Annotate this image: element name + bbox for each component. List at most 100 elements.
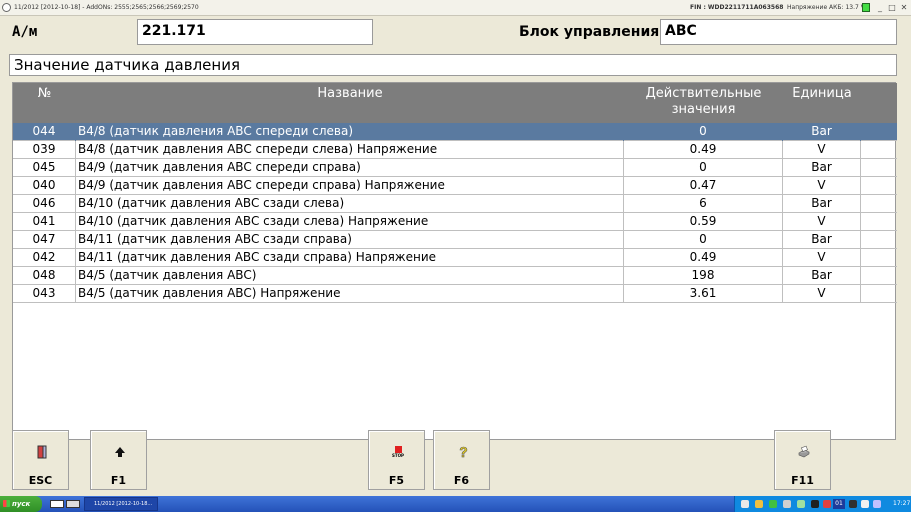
app-icon — [2, 3, 11, 12]
col-unit: Единица — [792, 86, 852, 101]
am-label: A/м — [12, 24, 38, 40]
row-unit: V — [783, 177, 861, 195]
table-row[interactable]: 042 B4/11 (датчик давления ABC сзади спра… — [13, 249, 897, 267]
table-row[interactable]: 041 B4/10 (датчик давления ABC сзади слев… — [13, 213, 897, 231]
keyboard-icon[interactable] — [50, 500, 64, 508]
row-value: 0 — [624, 159, 783, 177]
table-row[interactable]: 039 B4/8 (датчик давления ABC спереди сле… — [13, 141, 897, 159]
start-button[interactable]: пуск — [0, 496, 42, 512]
table-row[interactable]: 044 B4/8 (датчик давления ABC спереди сле… — [13, 123, 897, 141]
col-value-line1: Действительные — [645, 86, 762, 101]
row-value: 6 — [624, 195, 783, 213]
table-row[interactable]: 040 B4/9 (датчик давления ABC спереди спр… — [13, 177, 897, 195]
table-row[interactable]: 046 B4/10 (датчик давления ABC сзади слев… — [13, 195, 897, 213]
row-num: 044 — [13, 123, 76, 141]
tray-sync-icon[interactable] — [797, 500, 805, 508]
row-name: B4/10 (датчик давления ABC сзади слева) — [76, 195, 624, 213]
row-num: 048 — [13, 267, 76, 285]
windows-flag-icon — [3, 500, 10, 507]
tray-device-icon[interactable] — [783, 500, 791, 508]
table-row[interactable]: 047 B4/11 (датчик давления ABC сзади спра… — [13, 231, 897, 249]
language-indicator[interactable]: 01 — [833, 499, 845, 509]
row-name: B4/10 (датчик давления ABC сзади слева) … — [76, 213, 624, 231]
f5-label: F5 — [388, 474, 405, 487]
tray-volume-icon[interactable] — [873, 500, 881, 508]
col-value-line2: значения — [671, 102, 736, 117]
battery-icon — [862, 3, 870, 12]
tray-app-icon[interactable] — [741, 500, 749, 508]
values-table: № Название Действительные значения Едини… — [12, 82, 897, 440]
printer-icon — [798, 445, 810, 458]
system-tray: 01 17:27 — [734, 496, 911, 512]
row-unit: Bar — [783, 267, 861, 285]
row-value: 198 — [624, 267, 783, 285]
tray-network-icon[interactable] — [769, 500, 777, 508]
row-num: 042 — [13, 249, 76, 267]
f5-button[interactable]: STOP F5 — [368, 430, 425, 490]
battery-voltage: Напряжение АКБ: 13.7 V — [787, 4, 865, 11]
f1-button[interactable]: F1 — [90, 430, 147, 490]
control-unit-field[interactable]: ABC — [660, 19, 897, 45]
stop-icon: STOP — [391, 445, 405, 459]
row-unit: V — [783, 213, 861, 231]
row-unit: V — [783, 249, 861, 267]
row-name: B4/8 (датчик давления ABC спереди слева)… — [76, 141, 624, 159]
row-unit: V — [783, 141, 861, 159]
table-row[interactable]: 043 B4/5 (датчик давления ABC) Напряжение… — [13, 285, 897, 303]
window-title: 11/2012 [2012-10-18] - AddONs: 2555;2565… — [14, 4, 199, 11]
row-num: 039 — [13, 141, 76, 159]
main-panel: A/м 221.171 Блок управления ABC Значение… — [0, 16, 911, 496]
f11-button[interactable]: F11 — [774, 430, 831, 490]
table-header: № Название Действительные значения Едини… — [13, 83, 897, 123]
taskbar-item-app[interactable]: 11/2012 [2012-10-18... — [84, 497, 158, 511]
row-value: 3.61 — [624, 285, 783, 303]
tray-shield-icon[interactable] — [861, 500, 869, 508]
control-unit-label: Блок управления — [519, 24, 660, 40]
section-title: Значение датчика давления — [9, 54, 897, 76]
maximize-button[interactable]: □ — [887, 2, 897, 13]
row-value: 0.47 — [624, 177, 783, 195]
row-value: 0 — [624, 231, 783, 249]
row-unit: Bar — [783, 195, 861, 213]
start-label: пуск — [12, 500, 31, 508]
tray-folder-icon[interactable] — [755, 500, 763, 508]
tray-monitor-icon[interactable] — [811, 500, 819, 508]
row-name: B4/9 (датчик давления ABC спереди справа… — [76, 177, 624, 195]
row-num: 045 — [13, 159, 76, 177]
help-icon — [459, 446, 468, 458]
tray-media-icon[interactable] — [849, 500, 857, 508]
am-field[interactable]: 221.171 — [137, 19, 373, 45]
row-num: 041 — [13, 213, 76, 231]
tray-alert-icon[interactable] — [823, 500, 831, 508]
close-button[interactable]: ✕ — [899, 2, 909, 13]
row-num: 047 — [13, 231, 76, 249]
f1-label: F1 — [110, 474, 127, 487]
taskbar: пуск 11/2012 [2012-10-18... 01 17:27 — [0, 496, 911, 512]
f11-label: F11 — [791, 474, 814, 487]
desktop-icon[interactable] — [66, 500, 80, 508]
row-name: B4/5 (датчик давления ABC) — [76, 267, 624, 285]
title-bar: 11/2012 [2012-10-18] - AddONs: 2555;2565… — [0, 0, 911, 16]
esc-button[interactable]: ESC — [12, 430, 69, 490]
fin-label: FIN : WDD2211711A063568 — [690, 4, 784, 11]
row-unit: Bar — [783, 123, 861, 141]
table-row[interactable]: 045 B4/9 (датчик давления ABC спереди спр… — [13, 159, 897, 177]
row-name: B4/8 (датчик давления ABC спереди слева) — [76, 123, 624, 141]
clock: 17:27 — [893, 500, 911, 507]
row-unit: V — [783, 285, 861, 303]
row-name: B4/9 (датчик давления ABC спереди справа… — [76, 159, 624, 177]
col-num: № — [37, 86, 52, 101]
row-name: B4/11 (датчик давления ABC сзади справа)… — [76, 249, 624, 267]
row-value: 0 — [624, 123, 783, 141]
col-name: Название — [317, 86, 383, 101]
row-num: 046 — [13, 195, 76, 213]
table-row[interactable]: 048 B4/5 (датчик давления ABC) 198 Bar — [13, 267, 897, 285]
f6-button[interactable]: F6 — [433, 430, 490, 490]
row-name: B4/11 (датчик давления ABC сзади справа) — [76, 231, 624, 249]
exit-door-icon — [37, 445, 47, 459]
col-value: Действительные значения — [624, 86, 783, 118]
row-num: 043 — [13, 285, 76, 303]
arrow-up-icon — [115, 447, 125, 457]
row-unit: Bar — [783, 159, 861, 177]
minimize-button[interactable]: _ — [875, 2, 885, 13]
